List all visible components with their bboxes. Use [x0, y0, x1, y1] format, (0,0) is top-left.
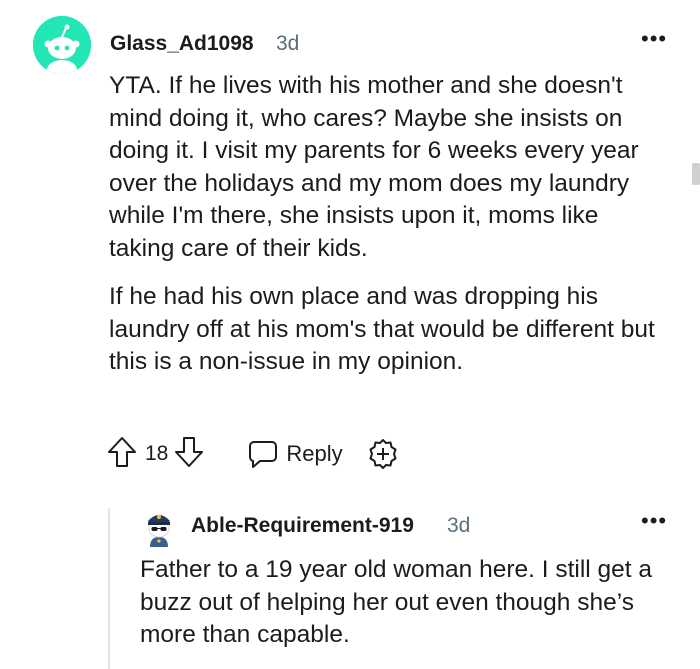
comment-timestamp[interactable]: 3d	[276, 32, 299, 56]
vote-count: 18	[145, 442, 169, 465]
comment-thread: Glass_Ad1098 3d ••• YTA. If he lives wit…	[0, 0, 700, 669]
police-snoo-avatar-icon	[148, 515, 170, 547]
comment-paragraph: YTA. If he lives with his mother and she…	[109, 72, 639, 262]
reply-label: Reply	[286, 441, 343, 466]
thread-line[interactable]	[108, 508, 110, 669]
more-options-icon[interactable]: •••	[641, 510, 667, 532]
comment-body: YTA. If he lives with his mother and she…	[109, 70, 669, 379]
avatar[interactable]	[33, 16, 91, 74]
reply-timestamp[interactable]: 3d	[447, 514, 470, 538]
award-button[interactable]	[367, 438, 399, 470]
comment-author[interactable]: Glass_Ad1098	[110, 32, 254, 56]
more-options-icon[interactable]: •••	[641, 28, 667, 50]
comment-paragraph: If he had his own place and was dropping…	[109, 283, 655, 375]
comment-actions: 18 Reply	[107, 434, 399, 474]
snoo-avatar-icon	[33, 16, 91, 74]
award-plus-icon	[369, 439, 397, 469]
reply-avatar[interactable]	[139, 507, 179, 547]
arrow-down-icon[interactable]	[174, 436, 204, 473]
reply-button[interactable]: Reply	[248, 439, 343, 469]
reply-body: Father to a 19 year old woman here. I st…	[140, 556, 653, 648]
arrow-up-icon[interactable]	[107, 436, 137, 473]
chat-bubble-icon	[249, 441, 278, 468]
scrollbar-thumb[interactable]	[692, 163, 700, 185]
reply-author[interactable]: Able-Requirement-919	[191, 514, 414, 538]
